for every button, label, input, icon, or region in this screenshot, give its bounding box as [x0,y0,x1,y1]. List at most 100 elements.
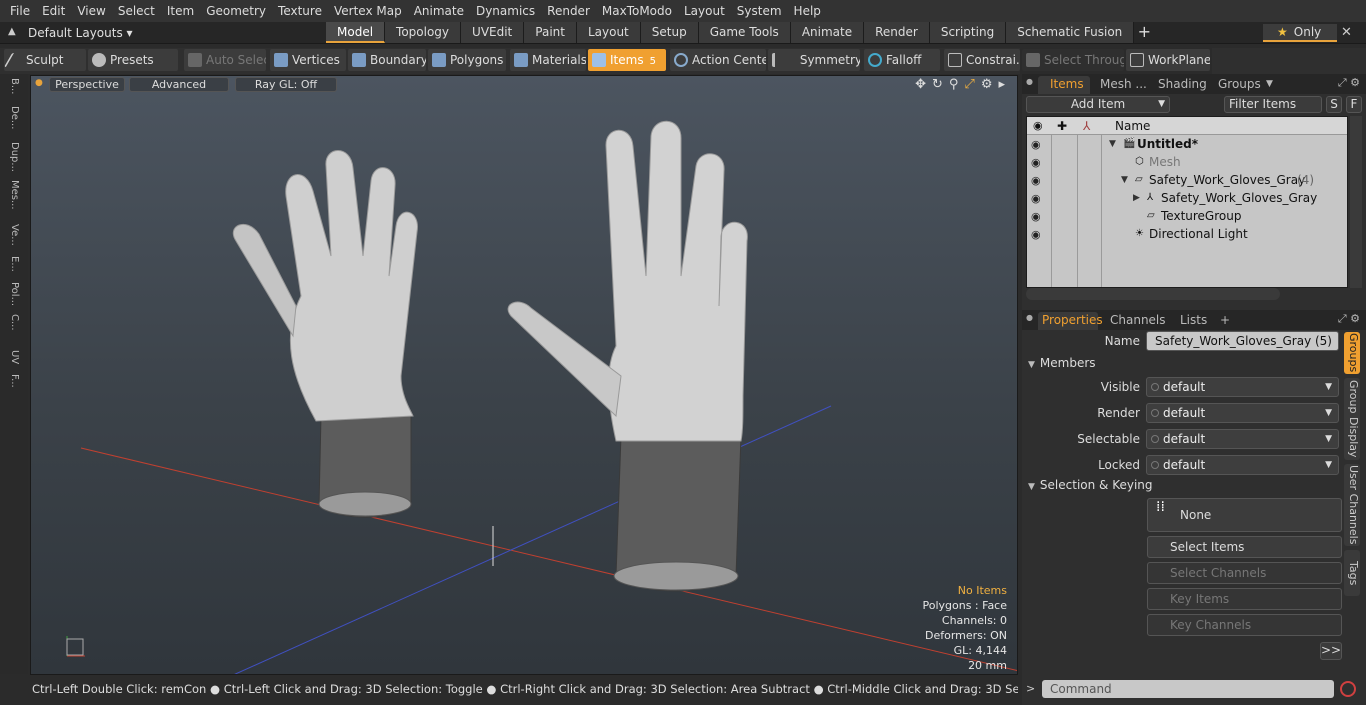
item-tree[interactable]: ◉ ✚ ⅄ Name ◉ ▼ 🎬 Untitled* ◉ ⬡ Mesh ◉ ▼ ▱ Safety_W… [1026,116,1348,288]
only-toggle[interactable]: ★ Only [1263,24,1337,42]
collapse-icon[interactable]: ▼ [1109,135,1116,153]
menu-select[interactable]: Select [112,0,161,22]
select-items-button[interactable]: Select Items [1147,536,1342,558]
gear-icon[interactable]: ⚙ [981,77,993,92]
perspective-button[interactable]: Perspective [49,77,125,92]
tab-channels[interactable]: Channels [1110,312,1166,330]
materials-button[interactable]: Materials [510,49,586,71]
tab-items[interactable]: Items [1038,76,1090,94]
menu-texture[interactable]: Texture [272,0,328,22]
eye-icon[interactable]: ◉ [1031,208,1041,226]
viewport-scene[interactable] [31,76,1018,675]
f-button[interactable]: F [1346,96,1362,113]
select-channels-button[interactable]: Select Channels [1147,562,1342,584]
items-button[interactable]: Items 5 [588,49,666,71]
action-center-button[interactable]: Action Center [670,49,766,71]
left-tab-1[interactable]: De... [6,106,20,129]
eye-icon[interactable]: ◉ [1031,154,1041,172]
tree-row[interactable]: ◉ ▼ 🎬 Untitled* [1027,135,1347,153]
tab-animate[interactable]: Animate [790,22,865,43]
add-tab-icon[interactable]: + [1220,312,1230,330]
s-button[interactable]: S [1326,96,1342,113]
auto-select-button[interactable]: Auto Select [184,49,266,71]
eye-icon[interactable]: ◉ [1031,136,1041,154]
falloff-button[interactable]: Falloff [864,49,940,71]
side-tab-group-display[interactable]: Group Display [1344,378,1360,460]
none-button[interactable]: ⁞⁞ None [1147,498,1342,532]
tab-layout[interactable]: Layout [576,22,641,43]
tree-row[interactable]: ◉ ▱ TextureGroup [1027,207,1347,225]
tab-mesh[interactable]: Mesh ... [1100,76,1147,94]
fit-icon[interactable]: ⤢ [964,77,974,92]
menu-edit[interactable]: Edit [36,0,71,22]
command-input[interactable]: Command [1042,680,1334,698]
left-tab-2[interactable]: Dup... [6,142,20,172]
tree-row[interactable]: ◉ ⬡ Mesh [1027,153,1347,171]
filter-items-input[interactable]: Filter Items [1224,96,1322,113]
chevron-down-icon[interactable]: ▼ [1266,76,1273,94]
record-icon[interactable] [1340,681,1356,697]
menu-help[interactable]: Help [788,0,827,22]
eye-icon[interactable]: ◉ [1031,226,1041,244]
tree-scrollbar-horizontal[interactable] [1026,288,1280,300]
tab-groups[interactable]: Groups [1218,76,1261,94]
3d-viewport[interactable]: ● Perspective Advanced Ray GL: Off ✥ ↻ ⚲… [30,75,1018,675]
advanced-button[interactable]: Advanced [129,77,229,92]
left-tab-6[interactable]: Pol... [6,282,20,306]
boundary-button[interactable]: Boundary [348,49,426,71]
sculpt-button[interactable]: Sculpt [4,49,86,71]
left-tab-0[interactable]: B... [6,78,20,94]
vertices-button[interactable]: Vertices1 [270,49,346,71]
tab-model[interactable]: Model [326,22,386,43]
tab-topology[interactable]: Topology [385,22,462,43]
panel-maximize-icon[interactable]: ⤢ ⚙ [1338,76,1360,90]
left-tab-5[interactable]: E... [6,256,20,272]
workplane-button[interactable]: WorkPlane [1126,49,1210,71]
menu-view[interactable]: View [71,0,111,22]
more-button[interactable]: >> [1320,642,1342,660]
tab-scripting[interactable]: Scripting [929,22,1007,43]
tree-row[interactable]: ◉ ☀ Directional Light [1027,225,1347,243]
render-dropdown[interactable]: default ▼ [1146,403,1339,423]
left-tab-4[interactable]: Ve... [6,224,20,246]
expand-icon[interactable]: ▶ [1133,189,1140,207]
menu-maxtomodo[interactable]: MaxToModo [596,0,678,22]
menu-layout[interactable]: Layout [678,0,731,22]
tab-setup[interactable]: Setup [640,22,699,43]
visible-dropdown[interactable]: default ▼ [1146,377,1339,397]
key-channels-button[interactable]: Key Channels [1147,614,1342,636]
tab-game-tools[interactable]: Game Tools [698,22,791,43]
eye-icon[interactable]: ◉ [1031,190,1041,208]
left-tab-8[interactable]: UV [6,350,20,364]
tree-row[interactable]: ◉ ▶ ⅄ Safety_Work_Gloves_Gray [1027,189,1347,207]
left-glove-mesh[interactable] [233,150,418,518]
key-items-button[interactable]: Key Items [1147,588,1342,610]
tab-uvedit[interactable]: UVEdit [461,22,525,43]
menu-dynamics[interactable]: Dynamics [470,0,541,22]
tab-render[interactable]: Render [864,22,930,43]
arrow-right-icon[interactable]: ▸ [998,77,1005,92]
selection-keying-section[interactable]: ▼ Selection & Keying [1028,476,1344,494]
panel-maximize-icon[interactable]: ⤢ ⚙ [1338,312,1360,326]
raygl-button[interactable]: Ray GL: Off [235,77,337,92]
up-arrow-icon[interactable]: ▲ [8,26,20,38]
menu-file[interactable]: File [4,0,36,22]
left-tab-3[interactable]: Mes... [6,180,20,210]
side-tab-tags[interactable]: Tags [1344,550,1360,596]
menu-item[interactable]: Item [161,0,200,22]
selectable-dropdown[interactable]: default ▼ [1146,429,1339,449]
menu-render[interactable]: Render [541,0,596,22]
symmetry-button[interactable]: Symmetry [768,49,860,71]
rotate-icon[interactable]: ↻ [932,77,943,92]
side-tab-groups[interactable]: Groups [1344,332,1360,374]
menu-animate[interactable]: Animate [408,0,470,22]
menu-geometry[interactable]: Geometry [200,0,272,22]
right-glove-mesh[interactable] [507,120,748,592]
tab-paint[interactable]: Paint [524,22,577,43]
members-section[interactable]: ▼ Members [1028,354,1344,372]
move-icon[interactable]: ✥ [915,77,926,92]
name-field[interactable]: Safety_Work_Gloves_Gray (5) [1146,331,1339,351]
menu-vertex-map[interactable]: Vertex Map [328,0,408,22]
zoom-icon[interactable]: ⚲ [949,77,959,92]
presets-button[interactable]: Presets [88,49,178,71]
